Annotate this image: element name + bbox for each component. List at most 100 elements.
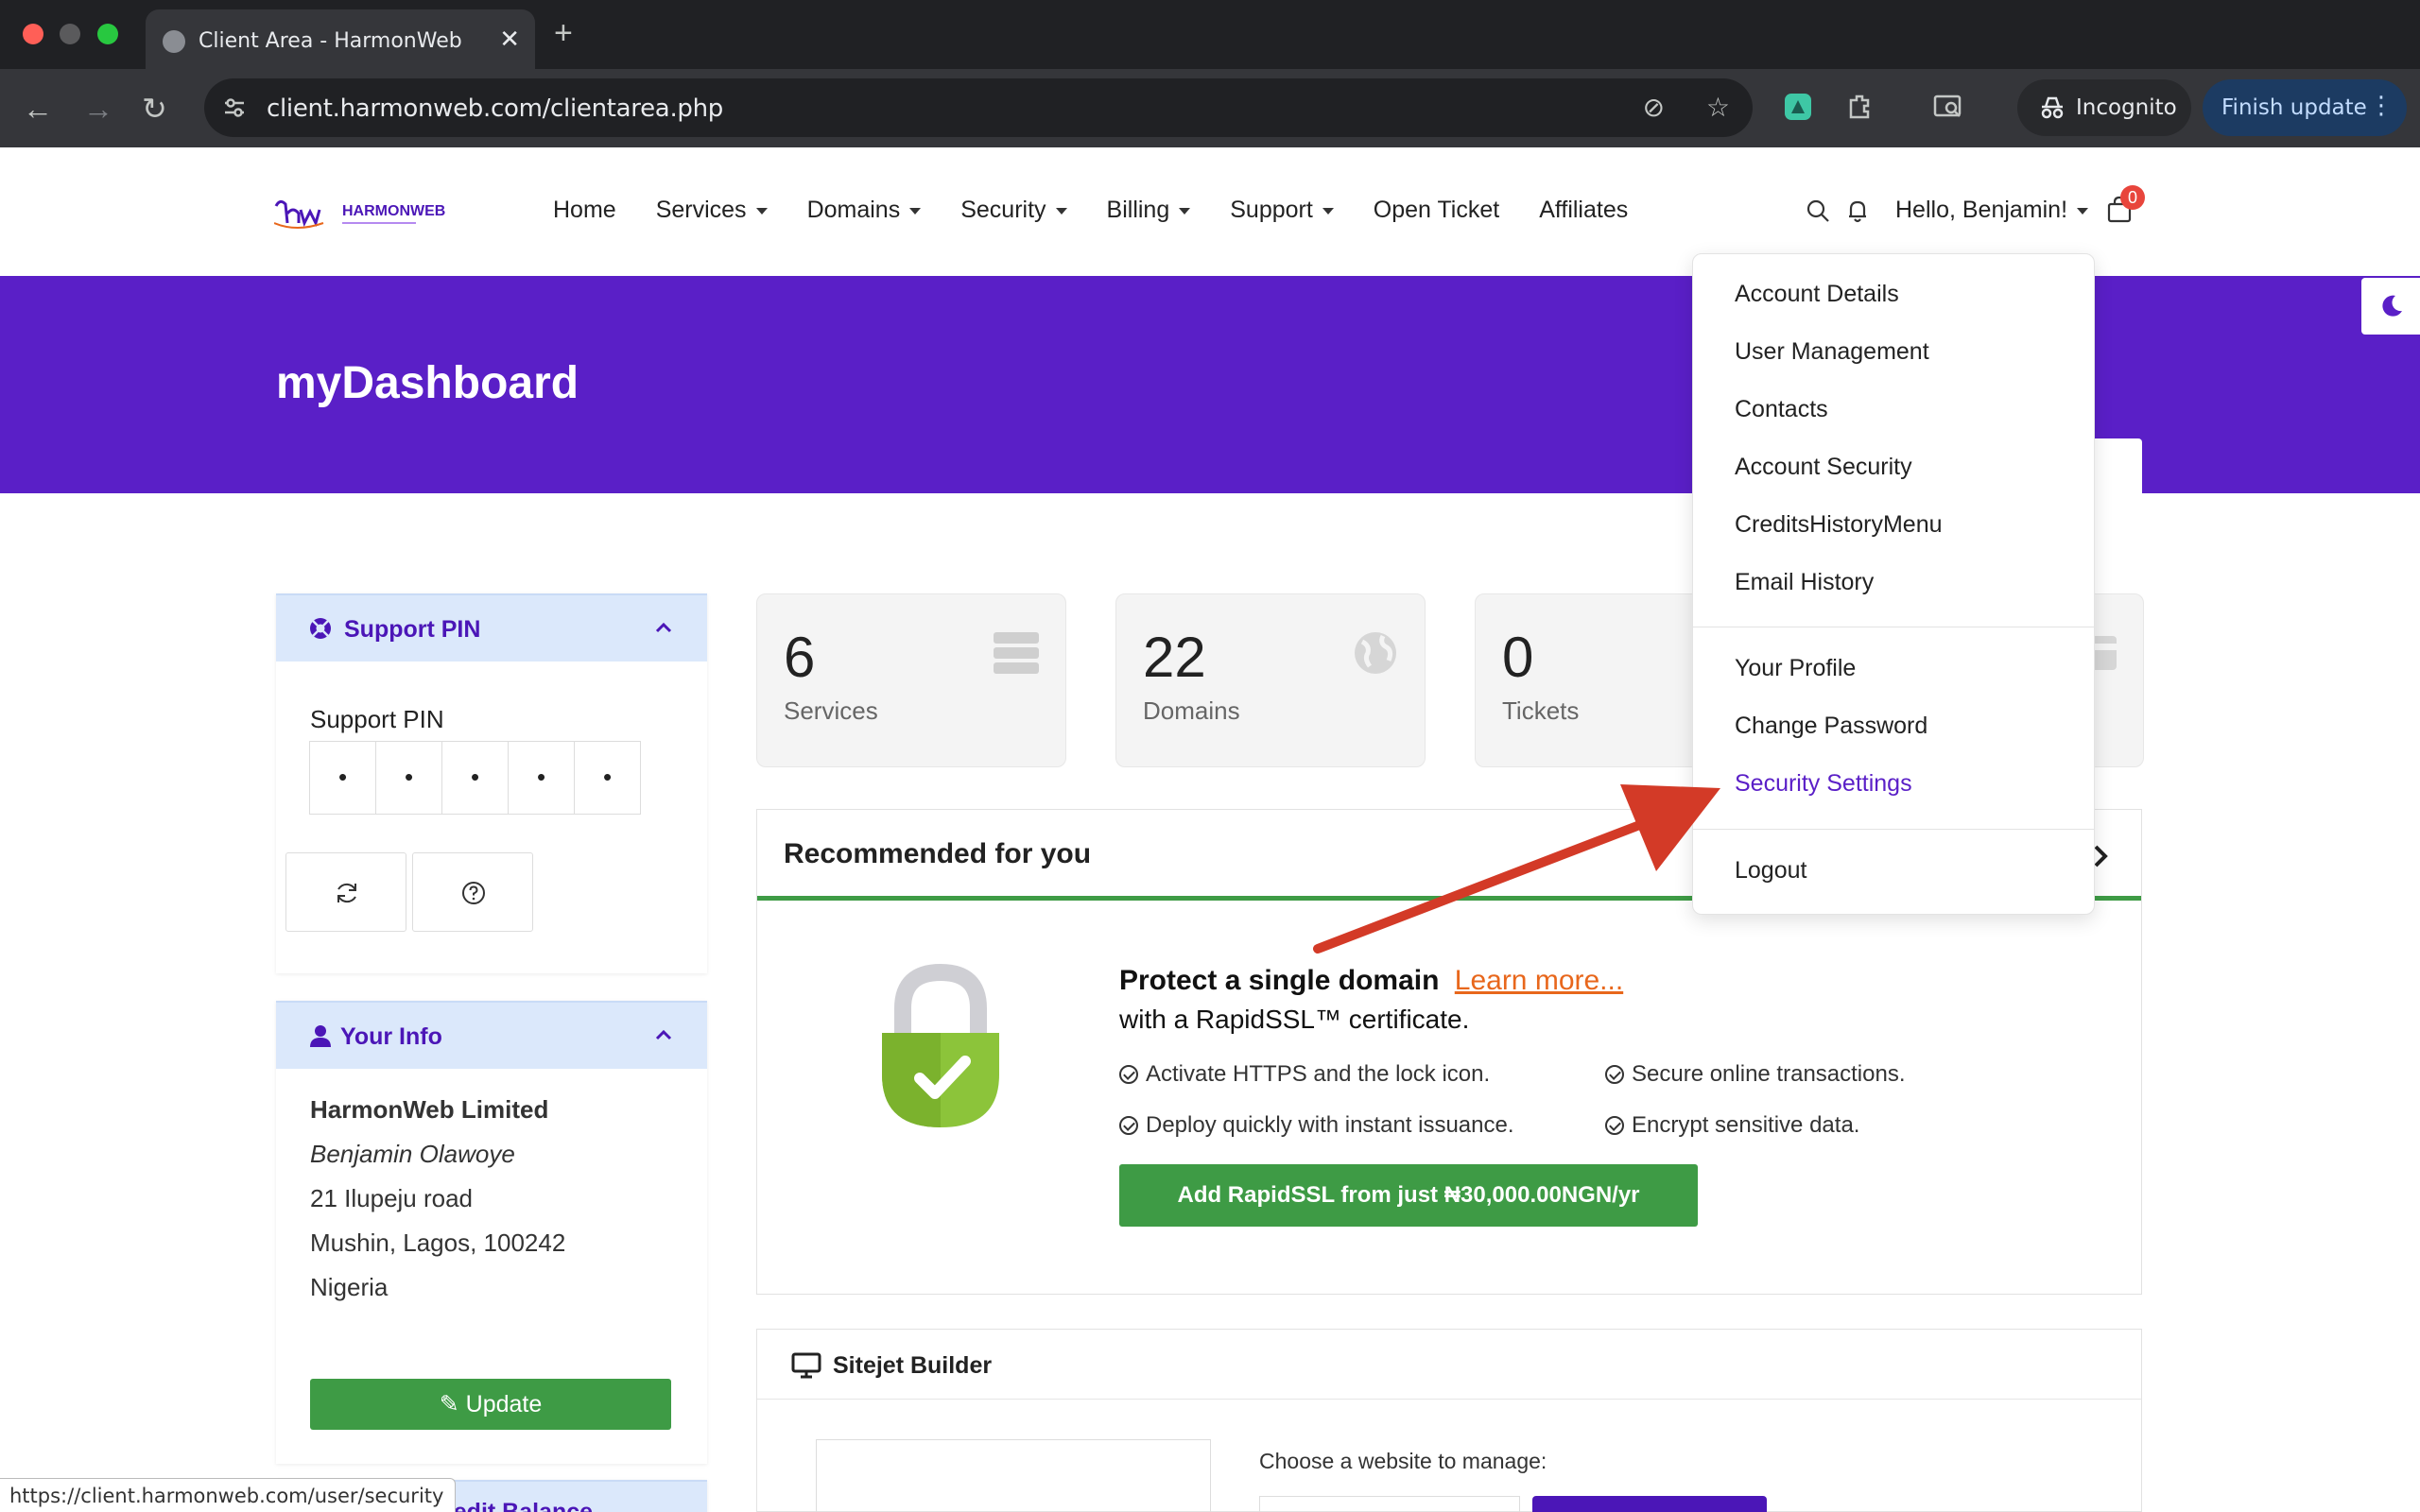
browser-titlebar: Client Area - HarmonWeb ✕ + [0, 0, 2420, 69]
reload-icon[interactable]: ↻ [142, 90, 167, 128]
support-pin-label: Support PIN [310, 705, 444, 733]
tab-title: Client Area - HarmonWeb [199, 29, 462, 53]
pin-digit: • [574, 741, 641, 815]
nav-affiliates-label: Affiliates [1539, 197, 1629, 223]
update-info-button[interactable]: ✎ Update [310, 1379, 671, 1430]
site-info-icon[interactable] [221, 94, 248, 121]
nav-billing[interactable]: Billing [1107, 197, 1191, 224]
menu-user-management[interactable]: User Management [1735, 338, 1929, 366]
nav-security[interactable]: Security [960, 197, 1067, 224]
user-icon [310, 1025, 331, 1047]
recommended-title: Recommended for you [784, 838, 1092, 869]
incognito-label: Incognito [2076, 95, 2177, 120]
main-navigation: Home Services Domains Security Billing S… [553, 197, 1628, 224]
nav-security-label: Security [960, 197, 1046, 223]
stat-services[interactable]: 6 Services [756, 593, 1066, 767]
eye-off-icon[interactable]: ⊘ [1643, 93, 1665, 122]
your-info-header[interactable]: Your Info [276, 1001, 707, 1069]
stat-label: Domains [1143, 696, 1240, 725]
menu-email-history[interactable]: Email History [1735, 569, 1874, 596]
nav-billing-label: Billing [1106, 197, 1170, 223]
minimize-window-button[interactable] [60, 24, 80, 44]
stat-number: 22 [1143, 626, 1206, 689]
your-info-panel: Your Info HarmonWeb Limited Benjamin Ola… [276, 1001, 707, 1464]
feature-text: Deploy quickly with instant issuance. [1146, 1112, 1514, 1138]
support-pin-panel: Support PIN Support PIN • • • • • [276, 593, 707, 973]
nav-support[interactable]: Support [1230, 197, 1334, 224]
close-window-button[interactable] [23, 24, 43, 44]
caret-down-icon [2077, 207, 2089, 215]
pin-digit: • [508, 741, 575, 815]
address-line-2: Mushin, Lagos, 100242 [310, 1228, 566, 1257]
tab-search-icon[interactable] [1932, 91, 1964, 123]
help-circle-icon [462, 882, 485, 904]
sitejet-card: Sitejet Builder Choose a website to mana… [756, 1329, 2142, 1512]
manage-website-button[interactable] [1532, 1496, 1767, 1512]
regenerate-pin-button[interactable] [285, 852, 406, 932]
caret-down-icon [1055, 207, 1067, 215]
promo-subtitle: with a RapidSSL™ certificate. [1119, 1005, 1470, 1034]
lifebuoy-icon [310, 618, 331, 639]
incognito-indicator[interactable]: Incognito [2017, 79, 2191, 136]
nav-domains[interactable]: Domains [807, 197, 922, 224]
extension-app-icon[interactable] [1782, 91, 1814, 123]
more-menu-icon[interactable]: ⋮ [2369, 92, 2394, 120]
forward-icon[interactable]: → [83, 90, 113, 128]
finish-update-button[interactable]: Finish update ⋮ [2203, 79, 2407, 136]
url-text[interactable]: client.harmonweb.com/clientarea.php [267, 94, 723, 123]
address-bar[interactable]: client.harmonweb.com/clientarea.php ⊘ ☆ [204, 78, 1753, 137]
page-title: myDashboard [276, 358, 579, 408]
stat-label: Tickets [1502, 696, 1580, 725]
incognito-icon [2041, 96, 2064, 119]
menu-security-settings[interactable]: Security Settings [1735, 770, 1912, 798]
caret-down-icon [755, 207, 768, 215]
pin-help-button[interactable] [412, 852, 533, 932]
nav-home[interactable]: Home [553, 197, 616, 224]
new-tab-button[interactable]: + [554, 15, 573, 52]
user-menu-toggle[interactable]: Hello, Benjamin! [1895, 197, 2089, 224]
nav-affiliates[interactable]: Affiliates [1539, 197, 1628, 224]
harmonweb-logo[interactable]: HARMONWEB [274, 195, 454, 232]
feature-item: Encrypt sensitive data. [1605, 1112, 1859, 1139]
website-select[interactable] [1259, 1496, 1520, 1512]
cart-count-badge: 0 [2120, 185, 2145, 210]
contact-address: HarmonWeb Limited Benjamin Olawoye 21 Il… [310, 1088, 565, 1310]
menu-account-security[interactable]: Account Security [1735, 454, 1912, 481]
check-circle-icon [1605, 1116, 1624, 1135]
contact-name: Benjamin Olawoye [310, 1140, 515, 1168]
chevron-up-icon[interactable] [652, 1023, 675, 1046]
menu-logout[interactable]: Logout [1735, 857, 1806, 885]
close-tab-icon[interactable]: ✕ [499, 25, 520, 54]
chevron-up-icon[interactable] [652, 616, 675, 639]
bell-icon[interactable] [1843, 197, 1872, 225]
refresh-icon [337, 883, 356, 903]
menu-contacts[interactable]: Contacts [1735, 396, 1828, 423]
stat-domains[interactable]: 22 Domains [1115, 593, 1426, 767]
pin-digit: • [309, 741, 376, 815]
nav-services[interactable]: Services [656, 197, 768, 224]
caret-down-icon [909, 207, 922, 215]
menu-your-profile[interactable]: Your Profile [1735, 655, 1856, 682]
feature-text: Activate HTTPS and the lock icon. [1146, 1061, 1491, 1087]
sitejet-preview [816, 1439, 1211, 1512]
menu-account-details[interactable]: Account Details [1735, 281, 1899, 308]
stat-number: 0 [1502, 626, 1534, 689]
search-icon[interactable] [1804, 197, 1832, 225]
bookmark-star-icon[interactable]: ☆ [1706, 93, 1730, 122]
menu-credits-history[interactable]: CreditsHistoryMenu [1735, 511, 1943, 539]
address-line-1: 21 Ilupeju road [310, 1184, 474, 1212]
extensions-puzzle-icon[interactable] [1843, 91, 1876, 123]
menu-change-password[interactable]: Change Password [1735, 713, 1927, 740]
maximize-window-button[interactable] [97, 24, 118, 44]
support-pin-header[interactable]: Support PIN [276, 593, 707, 662]
add-rapidssl-button[interactable]: Add RapidSSL from just ₦30,000.00NGN/yr [1119, 1164, 1698, 1227]
padlock-icon [882, 963, 999, 1127]
learn-more-link[interactable]: Learn more... [1455, 965, 1623, 996]
pencil-icon: ✎ [439, 1391, 459, 1418]
nav-services-label: Services [655, 197, 747, 223]
back-icon[interactable]: ← [23, 90, 53, 128]
browser-tab[interactable]: Client Area - HarmonWeb ✕ [146, 9, 535, 69]
dark-mode-toggle[interactable] [2361, 278, 2420, 335]
sitejet-title: Sitejet Builder [833, 1352, 993, 1379]
nav-open-ticket[interactable]: Open Ticket [1374, 197, 1499, 224]
